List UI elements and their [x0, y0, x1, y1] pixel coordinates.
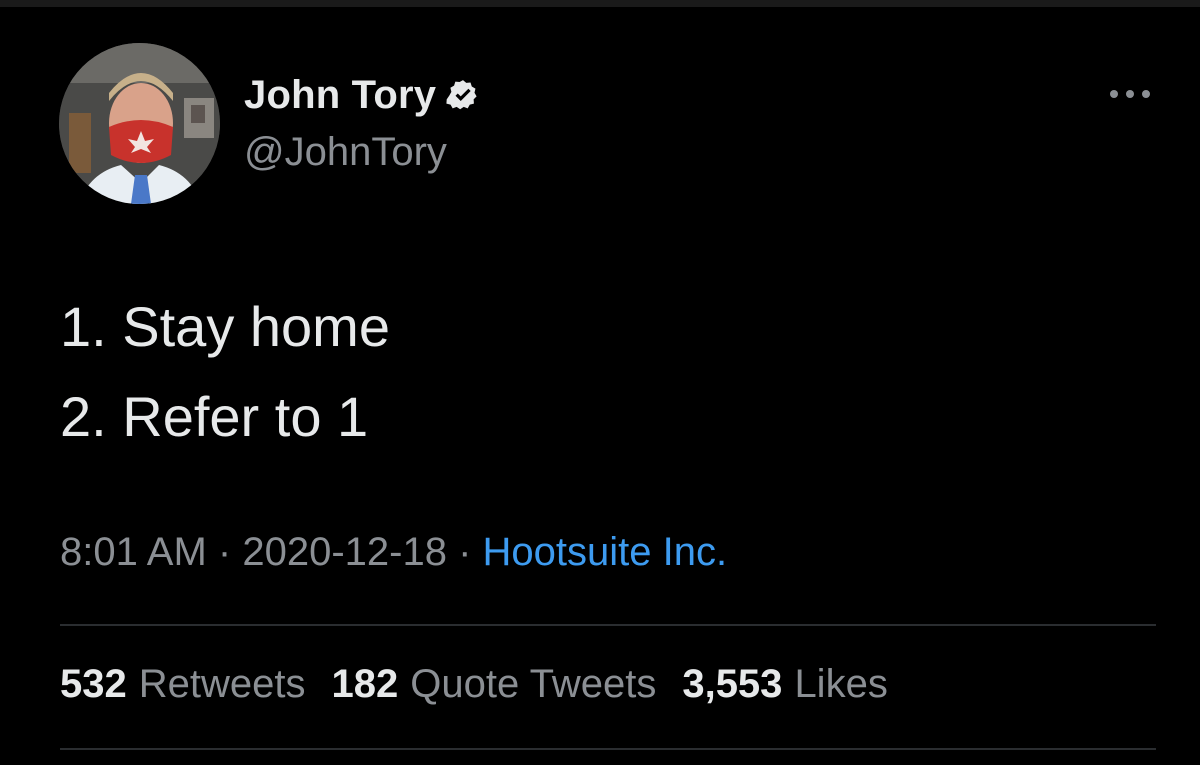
verified-badge-icon [446, 80, 477, 110]
retweets-label: Retweets [138, 662, 306, 706]
tweet-text: 1. Stay home 2. Refer to 1 [60, 282, 390, 462]
avatar[interactable] [59, 43, 220, 204]
author-name-row[interactable]: John Tory [244, 70, 480, 120]
tweet-stats: 532 Retweets 182 Quote Tweets 3,553 Likes [60, 662, 914, 707]
likes-count: 3,553 [682, 662, 783, 706]
tweet-line: 2. Refer to 1 [60, 385, 369, 448]
more-horizontal-icon[interactable] [1106, 80, 1154, 108]
divider [60, 624, 1156, 626]
author-handle[interactable]: @JohnTory [244, 130, 447, 175]
meta-separator: · [217, 530, 232, 574]
top-edge [0, 0, 1200, 7]
tweet-time[interactable]: 8:01 AM [60, 530, 207, 574]
retweets-count: 532 [60, 662, 127, 706]
retweets-stat[interactable]: 532 Retweets [60, 662, 306, 707]
likes-label: Likes [794, 662, 888, 706]
quote-tweets-stat[interactable]: 182 Quote Tweets [332, 662, 657, 707]
likes-stat[interactable]: 3,553 Likes [682, 662, 888, 707]
divider [60, 748, 1156, 750]
avatar-image [59, 43, 220, 204]
tweet-date[interactable]: 2020-12-18 [242, 530, 447, 574]
tweet-line: 1. Stay home [60, 295, 390, 358]
tweet-source-link[interactable]: Hootsuite Inc. [483, 530, 728, 574]
quote-tweets-label: Quote Tweets [410, 662, 657, 706]
author-display-name[interactable]: John Tory [244, 73, 436, 118]
quote-tweets-count: 182 [331, 662, 399, 706]
meta-separator: · [458, 530, 472, 574]
tweet-meta: 8:01 AM · 2020-12-18 · Hootsuite Inc. [60, 530, 727, 575]
